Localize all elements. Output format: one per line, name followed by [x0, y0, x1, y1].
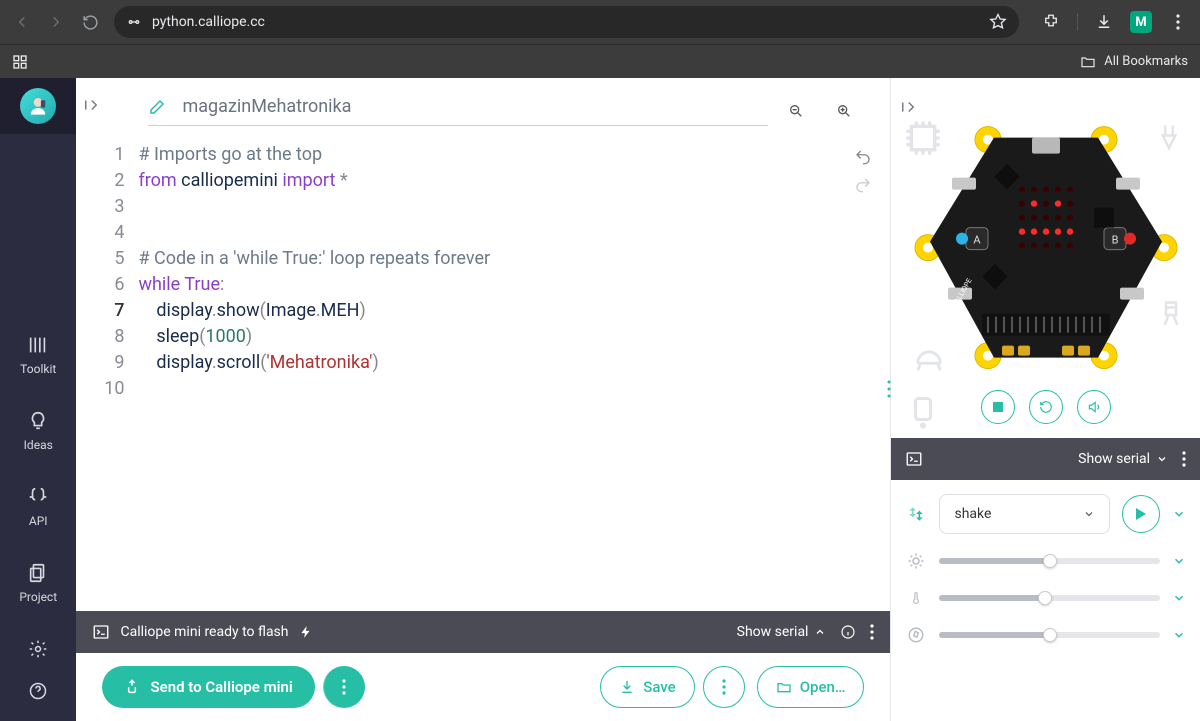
- temperature-slider[interactable]: [939, 595, 1160, 601]
- serial-menu-icon[interactable]: [1182, 451, 1186, 467]
- compass-expand-icon[interactable]: [1172, 628, 1186, 642]
- info-icon[interactable]: [840, 624, 856, 640]
- browser-menu-icon[interactable]: [1168, 12, 1188, 32]
- gesture-play-button[interactable]: [1122, 495, 1160, 533]
- open-button[interactable]: Open…: [757, 666, 865, 708]
- left-rail: Toolkit Ideas API Project: [0, 78, 76, 721]
- back-button[interactable]: [12, 12, 32, 32]
- light-expand-icon[interactable]: [1172, 554, 1186, 568]
- edit-name-icon[interactable]: [148, 98, 166, 116]
- temperature-expand-icon[interactable]: [1172, 591, 1186, 605]
- thermometer-icon: [905, 588, 927, 608]
- simulator-canvas: A B: [891, 78, 1200, 438]
- all-bookmarks-button[interactable]: All Bookmarks: [1080, 54, 1188, 70]
- help-icon[interactable]: [28, 681, 48, 701]
- url-text: python.calliope.cc: [152, 14, 265, 30]
- gesture-icon: [905, 504, 927, 524]
- serial-header: Show serial: [891, 438, 1200, 480]
- browser-toolbar: python.calliope.cc M: [0, 0, 1200, 44]
- app-logo[interactable]: [20, 88, 56, 124]
- svg-text:A: A: [973, 234, 981, 247]
- status-text: Calliope mini ready to flash: [120, 624, 288, 640]
- profile-badge[interactable]: M: [1130, 11, 1152, 33]
- line-gutter: 12345678910: [90, 142, 134, 611]
- nav-project[interactable]: Project: [19, 562, 57, 604]
- apps-icon[interactable]: [12, 54, 28, 70]
- zoom-out-icon[interactable]: [782, 97, 810, 125]
- action-bar: Send to Calliope mini Save Open…: [76, 653, 890, 721]
- status-menu-icon[interactable]: [870, 624, 874, 640]
- code-editor[interactable]: 12345678910 # Imports go at the top from…: [76, 138, 890, 611]
- show-serial-toggle[interactable]: Show serial: [1078, 451, 1168, 467]
- gesture-expand-icon[interactable]: [1172, 507, 1186, 521]
- compass-slider[interactable]: [939, 632, 1160, 638]
- nav-ideas[interactable]: Ideas: [24, 410, 53, 452]
- reload-button[interactable]: [80, 12, 100, 32]
- flash-icon: [299, 625, 313, 639]
- project-name[interactable]: magazinMehatronika: [182, 96, 351, 117]
- light-slider[interactable]: [939, 558, 1160, 564]
- device-simulator[interactable]: A B: [906, 118, 1186, 378]
- editor-pane: magazinMehatronika 12345678910 # Imports…: [76, 78, 890, 721]
- status-bar: Calliope mini ready to flash Show serial: [76, 611, 890, 653]
- save-button[interactable]: Save: [600, 666, 694, 708]
- svg-text:B: B: [1111, 234, 1118, 247]
- forward-button[interactable]: [46, 12, 66, 32]
- show-serial-toggle[interactable]: Show serial: [737, 624, 827, 640]
- redo-icon[interactable]: [854, 176, 872, 194]
- collapse-left-icon[interactable]: [82, 96, 100, 114]
- nav-api[interactable]: API: [27, 486, 49, 528]
- zoom-in-icon[interactable]: [830, 97, 858, 125]
- sound-button[interactable]: [1077, 390, 1111, 424]
- stop-button[interactable]: [981, 390, 1015, 424]
- extensions-icon[interactable]: [1041, 12, 1061, 32]
- compass-icon: [905, 626, 927, 644]
- bookmarks-bar: All Bookmarks: [0, 44, 1200, 78]
- download-icon[interactable]: [1094, 12, 1114, 32]
- sensor-panel: shake: [891, 480, 1200, 721]
- site-info-icon[interactable]: [126, 14, 142, 30]
- gesture-select[interactable]: shake: [939, 494, 1110, 534]
- undo-icon[interactable]: [854, 148, 872, 166]
- bookmark-star-icon[interactable]: [989, 13, 1007, 31]
- settings-icon[interactable]: [28, 639, 48, 659]
- send-button[interactable]: Send to Calliope mini: [102, 666, 314, 708]
- send-more-icon[interactable]: [323, 666, 365, 708]
- simulator-panel: A B: [890, 78, 1200, 721]
- terminal-icon[interactable]: [92, 623, 110, 641]
- save-more-icon[interactable]: [703, 666, 745, 708]
- light-icon: [905, 552, 927, 570]
- browser-top-right: M: [1041, 11, 1188, 33]
- url-bar[interactable]: python.calliope.cc: [114, 6, 1019, 38]
- terminal-icon[interactable]: [905, 450, 923, 468]
- nav-toolkit[interactable]: Toolkit: [20, 334, 56, 376]
- restart-button[interactable]: [1029, 390, 1063, 424]
